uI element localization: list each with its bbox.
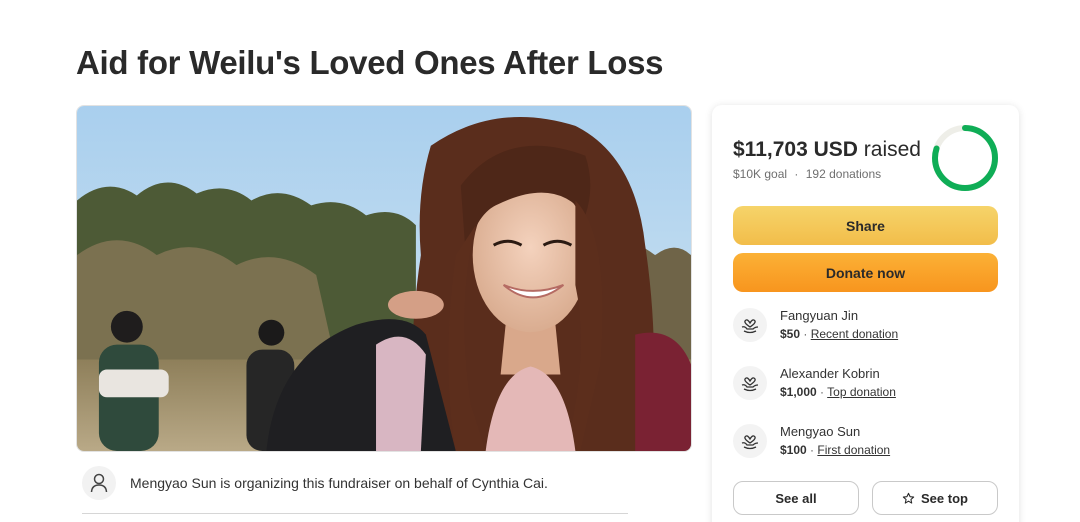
donation-separator: · (803, 327, 808, 341)
section-divider (82, 513, 628, 514)
campaign-photo (76, 105, 692, 452)
see-all-button[interactable]: See all (733, 481, 859, 515)
raised-amount: $11,703 USD raised (733, 138, 921, 162)
donation-meta: $50 · Recent donation (780, 325, 898, 343)
goal-text: $10K goal (733, 167, 788, 181)
progress-ring (932, 125, 998, 191)
donation-meta: $100 · First donation (780, 441, 890, 459)
donation-amount: $100 (780, 443, 807, 457)
top-donation-link[interactable]: Top donation (827, 385, 896, 399)
heart-hands-icon (733, 366, 767, 400)
page-title: Aid for Weilu's Loved Ones After Loss (76, 44, 664, 81)
donation-separator: · (810, 443, 815, 457)
share-button[interactable]: Share (733, 206, 998, 245)
heart-hands-icon (733, 424, 767, 458)
donation-item: Mengyao Sun $100 · First donation (733, 421, 998, 461)
donor-name: Mengyao Sun (780, 424, 861, 439)
star-icon (902, 492, 915, 504)
donation-amount: $1,000 (780, 385, 817, 399)
heart-hands-icon (733, 308, 767, 342)
donation-card: $11,703 USD raised $10K goal · 192 donat… (712, 105, 1019, 522)
organizer-row: Mengyao Sun is organizing this fundraise… (82, 466, 628, 500)
donation-amount: $50 (780, 327, 801, 341)
see-top-button[interactable]: See top (872, 481, 998, 515)
recent-donation-link[interactable]: Recent donation (811, 327, 898, 341)
raised-value: $11,703 USD (733, 138, 858, 161)
campaign-photo-image (77, 106, 691, 451)
donate-now-button[interactable]: Donate now (733, 253, 998, 292)
donation-count: 192 donations (805, 167, 882, 181)
person-icon (82, 466, 116, 500)
donor-name: Alexander Kobrin (780, 366, 880, 381)
see-top-label: See top (921, 490, 968, 506)
donation-item: Alexander Kobrin $1,000 · Top donation (733, 363, 998, 403)
donation-item: Fangyuan Jin $50 · Recent donation (733, 305, 998, 345)
first-donation-link[interactable]: First donation (817, 443, 890, 457)
donor-name: Fangyuan Jin (780, 308, 859, 323)
raised-word: raised (863, 138, 921, 161)
goal-summary: $10K goal · 192 donations (733, 167, 881, 181)
goal-separator: · (794, 167, 799, 181)
organizer-text: Mengyao Sun is organizing this fundraise… (130, 475, 548, 491)
donation-meta: $1,000 · Top donation (780, 383, 896, 401)
donation-separator: · (820, 385, 825, 399)
